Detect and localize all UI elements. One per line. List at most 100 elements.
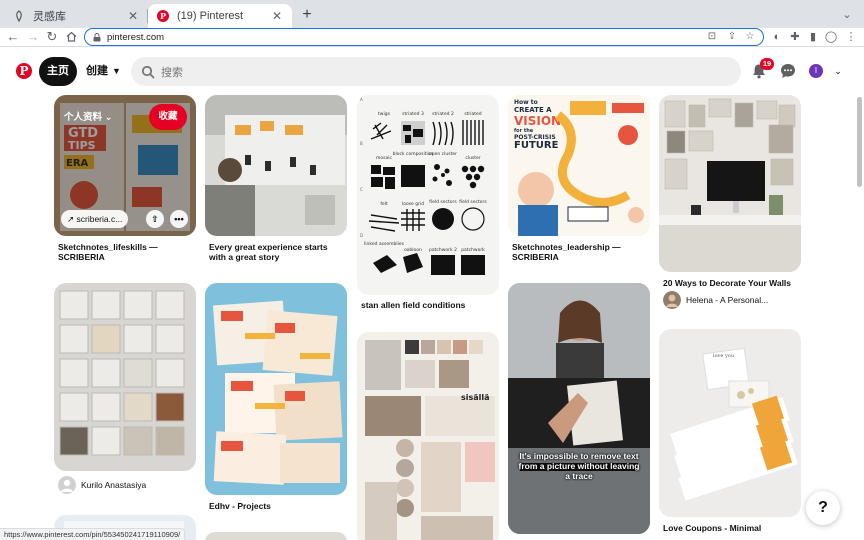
user-avatar[interactable]: I (809, 64, 823, 78)
arrow-link-icon: ↗ (67, 214, 75, 224)
share-icon[interactable]: ⇧ (146, 210, 164, 228)
pin-title[interactable]: 20 Ways to Decorate Your Walls (663, 278, 799, 288)
bookmark-star-icon[interactable]: ☆ (744, 31, 756, 43)
field-label: linked assemblies (364, 241, 405, 247)
vision-text: FUTURE (514, 140, 559, 151)
pinterest-header: P 主页 创建 ▼ 搜索 I ⌄ (0, 47, 864, 95)
field-label: striated (464, 111, 481, 117)
status-bar-url: https://www.pinterest.com/pin/5534502417… (0, 528, 186, 540)
tab-lingganku[interactable]: 灵感库 ✕ (4, 4, 148, 28)
tab-title: 灵感库 (33, 11, 66, 23)
pin-author[interactable]: Kurilo Anastasiya (58, 476, 194, 494)
tab-title: (19) Pinterest (177, 10, 244, 22)
chevron-down-icon: ⌄ (104, 112, 113, 123)
puzzle-icon[interactable]: ✚ (786, 28, 804, 46)
column-letter: C (360, 187, 363, 192)
field-label: block composition (393, 151, 434, 157)
address-bar[interactable]: pinterest.com (84, 28, 764, 46)
reload-icon[interactable]: ↻ (43, 28, 61, 46)
field-label: cluster (465, 155, 480, 161)
pin-title[interactable]: Every great experience starts with a gre… (209, 242, 345, 262)
field-label: field sectors (429, 199, 457, 205)
pin-image[interactable] (205, 532, 347, 540)
tab-pinterest[interactable]: P (19) Pinterest ✕ (148, 4, 292, 28)
field-label: striated 2 (432, 111, 454, 117)
author-avatar (663, 291, 681, 309)
pin-image[interactable] (205, 283, 347, 495)
column-letter: D (360, 233, 363, 238)
notification-badge: 19 (760, 58, 774, 70)
field-label: field sectors (459, 199, 487, 205)
pin-image[interactable]: sisällä (357, 332, 499, 540)
board-label: 个人资料 (64, 112, 103, 123)
moodboard-text: sisällä (461, 393, 490, 402)
pin-author[interactable]: Helena - A Personal... (663, 291, 799, 309)
svg-text:P: P (160, 11, 166, 21)
chevron-down-icon[interactable]: ⌄ (832, 64, 844, 78)
board-selector[interactable]: 个人资料 ⌄ (64, 109, 113, 123)
create-button[interactable]: 创建 ▼ (86, 57, 121, 86)
vision-text: CREATE A (514, 106, 552, 114)
author-name: Helena - A Personal... (686, 295, 769, 305)
tab-strip: 灵感库 ✕ P (19) Pinterest ✕ + ⌄ (0, 0, 864, 28)
close-icon[interactable]: ✕ (126, 9, 140, 23)
pin-image[interactable]: How to CREATE A VISION for the POST-CRIS… (508, 95, 650, 236)
back-icon[interactable]: ← (4, 28, 22, 46)
browser-toolbar: ← → ↻ pinterest.com ⊡ ⇪ ☆ ◐ ✚ ▮ ◯ ⋮ (0, 28, 864, 46)
save-button[interactable]: 收藏 (149, 104, 187, 130)
more-icon[interactable]: ••• (170, 210, 188, 228)
pinterest-logo-icon[interactable]: P (16, 63, 32, 79)
url-text: pinterest.com (107, 31, 165, 43)
pin-title[interactable]: stan allen field conditions (361, 300, 497, 310)
home-button[interactable]: 主页 (39, 57, 77, 86)
help-button[interactable]: ? (806, 491, 840, 525)
field-label: striated 3 (402, 111, 424, 117)
coupon-text: love you (713, 353, 735, 359)
pin-image[interactable] (205, 95, 347, 236)
lock-icon (93, 32, 101, 41)
new-tab-button[interactable]: + (298, 6, 316, 24)
page-icon (12, 9, 26, 23)
field-label: patchwork 2 (429, 247, 457, 253)
field-label: patchwork (461, 247, 485, 253)
pin-image[interactable] (54, 283, 196, 471)
link-text: scriberia.c... (76, 214, 123, 224)
pin-image[interactable]: GTD TIPS ERA 个人资料 ⌄ 收藏 ↗ scriberia.c... … (54, 95, 196, 236)
tab-search-icon[interactable]: ⌄ (838, 6, 856, 24)
source-link[interactable]: ↗ scriberia.c... (61, 210, 129, 228)
extension-icon[interactable]: ◐ (768, 28, 786, 46)
profile-icon[interactable]: ◯ (822, 28, 840, 46)
field-label: oxbloon (404, 247, 422, 253)
search-icon (141, 65, 155, 78)
field-label: open cluster (429, 151, 457, 157)
search-input[interactable]: 搜索 (131, 57, 741, 86)
field-label: loose grid (402, 201, 424, 207)
column-letter: A (360, 97, 363, 102)
pin-image[interactable]: It's impossible to remove text from a pi… (508, 283, 650, 534)
page-scrollbar[interactable] (857, 97, 862, 187)
messages-icon[interactable] (780, 63, 796, 79)
pin-image[interactable] (659, 95, 801, 272)
menu-dots-icon[interactable]: ⋮ (842, 28, 860, 46)
create-label: 创建 (86, 65, 108, 77)
pin-title[interactable]: Edhv - Projects (209, 501, 345, 511)
install-icon[interactable]: ⊡ (706, 31, 718, 43)
close-icon[interactable]: ✕ (270, 9, 284, 23)
author-name: Kurilo Anastasiya (81, 480, 147, 490)
vision-text: VISION (514, 114, 561, 128)
column-letter: B (360, 141, 363, 146)
pin-title[interactable]: Sketchnotes_leadership — SCRIBERIA (512, 242, 648, 262)
pin-image[interactable]: twigs striated 3 striated 2 striated mos… (357, 95, 499, 295)
vision-text: How to (514, 99, 538, 106)
sidepanel-icon[interactable]: ▮ (804, 28, 822, 46)
pin-title[interactable]: Love Coupons - Minimal (663, 523, 799, 533)
author-avatar (58, 476, 76, 494)
caption-overlay: It's impossible to remove text from a pi… (518, 451, 640, 481)
share-icon[interactable]: ⇪ (726, 31, 738, 43)
home-icon[interactable] (62, 28, 80, 46)
forward-icon[interactable]: → (24, 28, 42, 46)
chevron-down-icon: ▼ (112, 66, 121, 76)
pin-title[interactable]: Sketchnotes_lifeskills — SCRIBERIA (58, 242, 194, 262)
field-label: mosaic (376, 155, 392, 161)
pin-image[interactable]: love you (659, 329, 801, 517)
